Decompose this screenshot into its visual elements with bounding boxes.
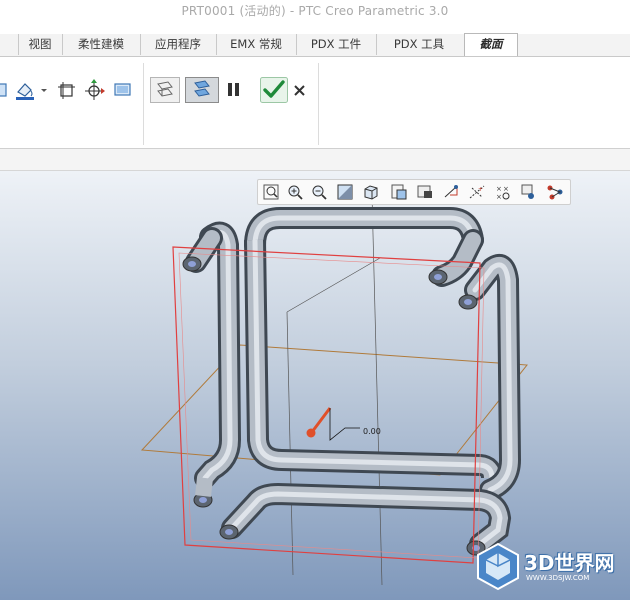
tab-section[interactable]: 截面 xyxy=(464,33,518,56)
route-icon[interactable] xyxy=(545,182,565,202)
graphics-viewport[interactable]: 0.00 + × × × 3D世界网 WWW.3DSJW.COM xyxy=(0,171,630,600)
tab-applications[interactable]: 应用程序 xyxy=(140,34,217,55)
dimension-leader xyxy=(329,408,360,441)
cube-logo-icon xyxy=(477,542,519,591)
ribbon-group-separator xyxy=(143,63,144,145)
saved-views-icon[interactable] xyxy=(389,182,409,202)
svg-text:×: × xyxy=(503,185,509,193)
datum-display-icon[interactable]: + xyxy=(467,182,487,202)
move-dragger-icon[interactable] xyxy=(83,79,105,101)
ribbon-footer-strip xyxy=(0,149,630,171)
color-dropdown-icon[interactable] xyxy=(14,79,50,101)
confirm-check-icon[interactable] xyxy=(260,77,288,103)
svg-text:×: × xyxy=(496,193,502,201)
perspective-icon[interactable] xyxy=(441,182,461,202)
left-pipe[interactable] xyxy=(182,221,242,508)
zoom-out-icon[interactable] xyxy=(309,182,329,202)
ribbon-tab-bar: 视图 柔性建模 应用程序 EMX 常规 PDX 工件 PDX 工具 截面 xyxy=(0,33,630,57)
pipe-end-hole xyxy=(199,497,207,503)
tab-pdx-tools[interactable]: PDX 工具 xyxy=(376,34,462,55)
annotation-display-icon[interactable]: × × × xyxy=(493,182,513,202)
slice-quilt-icon[interactable] xyxy=(185,77,219,103)
svg-text:+: + xyxy=(478,186,483,193)
site-watermark: 3D世界网 WWW.3DSJW.COM xyxy=(474,541,624,593)
zoom-refit-icon[interactable] xyxy=(261,182,281,202)
model-scene: 0.00 xyxy=(140,194,528,586)
watermark-main-text: 3D世界网 xyxy=(524,551,615,575)
cap-display-icon[interactable] xyxy=(0,81,10,99)
cancel-x-icon[interactable] xyxy=(293,84,307,98)
spin-center-icon[interactable] xyxy=(519,182,539,202)
zone-icon[interactable] xyxy=(58,82,76,100)
reference-line xyxy=(371,194,383,586)
preview-icon[interactable] xyxy=(114,82,132,98)
reference-line xyxy=(286,257,381,313)
pause-icon[interactable] xyxy=(227,82,241,98)
reference-line xyxy=(286,311,294,576)
pipe-end-hole xyxy=(434,274,442,280)
ribbon-panel xyxy=(0,57,630,149)
display-style-icon[interactable] xyxy=(361,182,381,202)
bottom-pipe-loop[interactable] xyxy=(219,482,512,556)
watermark-url-text: WWW.3DSJW.COM xyxy=(526,574,590,582)
svg-text:×: × xyxy=(496,185,502,193)
zoom-in-icon[interactable] xyxy=(285,182,305,202)
slice-solid-icon[interactable] xyxy=(150,77,180,103)
move-dragger-handle[interactable] xyxy=(306,407,332,438)
tab-view[interactable]: 视图 xyxy=(18,34,63,55)
pipe-end-hole xyxy=(225,529,233,535)
view-manager-icon[interactable] xyxy=(415,182,435,202)
tab-flexible-modeling[interactable]: 柔性建模 xyxy=(62,34,141,55)
repaint-icon[interactable] xyxy=(335,182,355,202)
dimension-value[interactable]: 0.00 xyxy=(363,427,381,436)
pipe-end-hole xyxy=(464,299,472,305)
tab-pdx-workpiece[interactable]: PDX 工件 xyxy=(296,34,377,55)
tab-emx-general[interactable]: EMX 常规 xyxy=(216,34,297,55)
pipe-end-hole xyxy=(188,261,196,267)
ribbon-group-separator xyxy=(318,63,319,145)
view-toolbar: + × × × xyxy=(257,179,571,205)
tab-overflow xyxy=(0,34,19,55)
window-title: PRT0001 (活动的) - PTC Creo Parametric 3.0 xyxy=(0,0,630,24)
